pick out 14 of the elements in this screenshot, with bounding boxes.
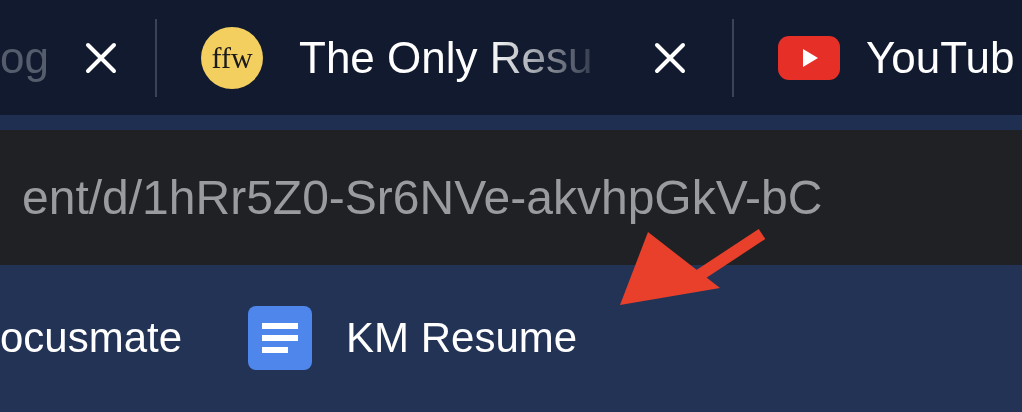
ffw-logo-icon: ffw [201, 26, 263, 89]
browser-tab[interactable]: ffw The Only Resu [157, 0, 732, 115]
bookmark-item[interactable]: ocusmate [0, 313, 183, 362]
tab-title: og [0, 32, 49, 83]
close-icon[interactable] [654, 41, 686, 74]
close-icon[interactable] [84, 41, 117, 74]
url-text: ent/d/1hRr5Z0-Sr6NVe-akvhpGkV-bC [22, 170, 823, 225]
play-logo-icon [778, 35, 840, 80]
bookmark-item[interactable]: KM Resume [248, 305, 578, 370]
tab-title: YouTub [866, 32, 1015, 83]
browser-tab[interactable]: YouTub [734, 0, 1022, 115]
document-icon [248, 305, 313, 370]
tab-title: The Only Resu [299, 32, 593, 83]
address-bar[interactable]: ent/d/1hRr5Z0-Sr6NVe-akvhpGkV-bC [0, 130, 1022, 265]
